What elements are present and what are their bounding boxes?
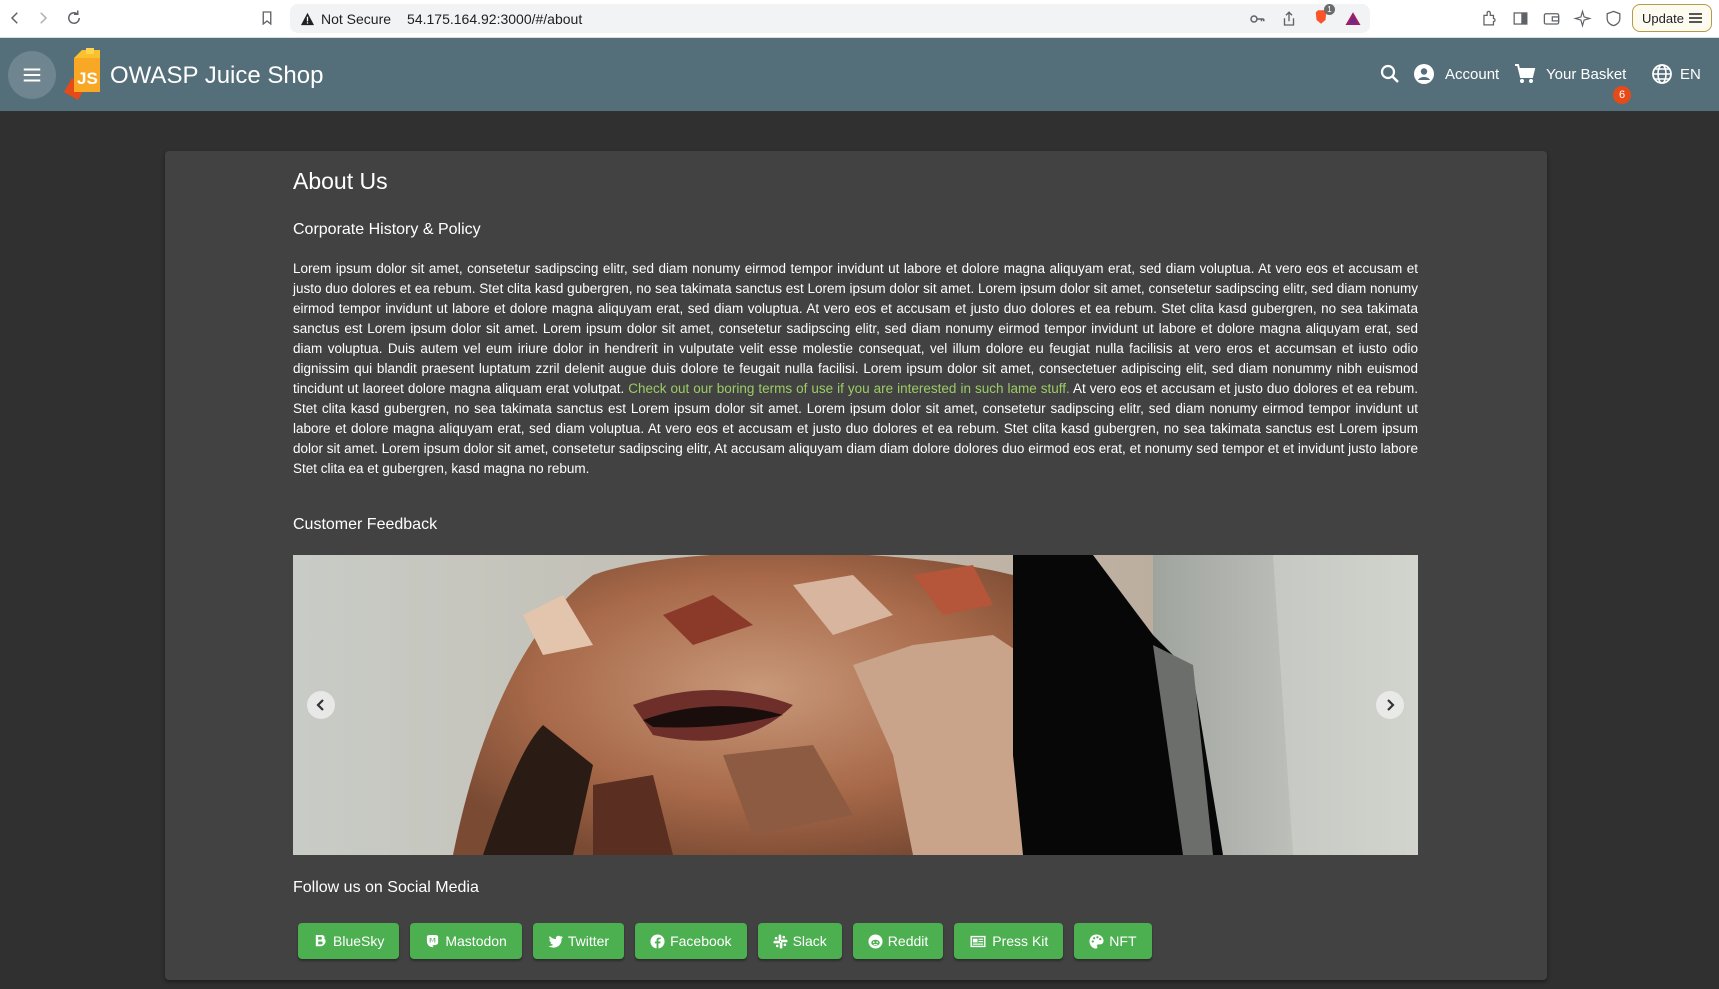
nft-label: NFT bbox=[1109, 933, 1137, 949]
basket-button[interactable]: Your Basket bbox=[1513, 62, 1626, 86]
brave-shield-button[interactable]: 1 bbox=[1312, 4, 1335, 29]
mastodon-label: Mastodon bbox=[445, 933, 507, 949]
chevron-right-icon bbox=[1387, 699, 1395, 711]
mastodon-button[interactable]: Mastodon bbox=[410, 923, 522, 959]
bluesky-label: BlueSky bbox=[333, 933, 385, 949]
reddit-icon bbox=[868, 933, 883, 949]
shopping-cart-icon bbox=[1515, 64, 1536, 83]
terms-of-use-link[interactable]: Check out our boring terms of use if you… bbox=[628, 381, 1070, 396]
account-label: Account bbox=[1445, 65, 1500, 83]
facebook-label: Facebook bbox=[670, 933, 732, 949]
about-card: About Us Corporate History & Policy Lore… bbox=[165, 151, 1547, 980]
bookmark-icon bbox=[262, 11, 272, 26]
bluesky-button[interactable]: BlueSky bbox=[298, 923, 400, 959]
update-label: Update bbox=[1642, 10, 1684, 26]
social-buttons: BlueSky Mastodon Twitter Facebook Slack … bbox=[298, 923, 1152, 959]
search-icon bbox=[1380, 64, 1399, 83]
nft-button[interactable]: NFT bbox=[1074, 923, 1152, 959]
app-title[interactable]: OWASP Juice Shop bbox=[110, 62, 323, 90]
chevron-left-icon bbox=[10, 12, 18, 24]
facebook-icon bbox=[650, 933, 665, 949]
reload-icon bbox=[68, 10, 80, 24]
basket-label: Your Basket bbox=[1546, 65, 1627, 83]
address-bar[interactable]: Not Secure 54.175.164.92:3000/#/about 1 bbox=[290, 4, 1370, 33]
vpn-icon[interactable] bbox=[1604, 9, 1623, 28]
twitter-icon bbox=[548, 935, 563, 948]
twitter-label: Twitter bbox=[567, 933, 610, 949]
back-button[interactable] bbox=[4, 7, 26, 29]
language-button[interactable]: EN bbox=[1650, 62, 1701, 86]
carousel-next-button[interactable] bbox=[1376, 691, 1404, 719]
forward-button[interactable] bbox=[32, 7, 54, 29]
basket-count-badge: 6 bbox=[1613, 86, 1631, 104]
account-circle-icon bbox=[1414, 64, 1434, 84]
search-button[interactable] bbox=[1378, 62, 1402, 86]
bluesky-icon bbox=[315, 934, 326, 946]
hamburger-icon bbox=[1688, 13, 1702, 23]
bookmark-button[interactable] bbox=[256, 7, 278, 29]
leo-ai-icon[interactable] bbox=[1573, 9, 1592, 28]
brave-count: 1 bbox=[1324, 4, 1335, 15]
puzzle-icon[interactable] bbox=[1480, 9, 1499, 28]
feedback-carousel[interactable] bbox=[293, 555, 1418, 855]
warning-icon bbox=[300, 12, 315, 25]
mastodon-icon bbox=[427, 934, 439, 947]
facebook-button[interactable]: Facebook bbox=[635, 923, 747, 959]
corporate-paragraph: Lorem ipsum dolor sit amet, consetetur s… bbox=[293, 259, 1418, 479]
account-button[interactable]: Account bbox=[1412, 62, 1499, 86]
update-button[interactable]: Update bbox=[1632, 4, 1712, 32]
key-icon[interactable] bbox=[1248, 10, 1266, 28]
security-label: Not Secure bbox=[321, 10, 392, 27]
browser-chrome: Not Secure 54.175.164.92:3000/#/about 1 … bbox=[0, 0, 1719, 38]
slack-label: Slack bbox=[792, 933, 827, 949]
page-title: About Us bbox=[293, 168, 388, 194]
share-icon[interactable] bbox=[1280, 10, 1298, 28]
menu-icon bbox=[23, 68, 41, 82]
paragraph-text-1: Lorem ipsum dolor sit amet, consetetur s… bbox=[293, 261, 1418, 396]
brave-rewards-icon[interactable] bbox=[1344, 10, 1362, 28]
url-text[interactable]: 54.175.164.92:3000/#/about bbox=[407, 11, 582, 27]
corporate-heading: Corporate History & Policy bbox=[293, 221, 481, 238]
globe-icon bbox=[1652, 64, 1672, 84]
slack-button[interactable]: Slack bbox=[757, 923, 842, 959]
palette-icon bbox=[1089, 933, 1104, 949]
svg-text:JS: JS bbox=[77, 69, 98, 88]
press-kit-button[interactable]: Press Kit bbox=[954, 923, 1064, 959]
chevron-right-icon bbox=[40, 12, 48, 24]
wallet-icon[interactable] bbox=[1542, 9, 1561, 28]
press-kit-label: Press Kit bbox=[992, 933, 1049, 949]
feedback-image bbox=[293, 555, 1418, 855]
feedback-heading: Customer Feedback bbox=[293, 516, 438, 533]
sidenav-menu-button[interactable] bbox=[8, 51, 56, 99]
slack-icon bbox=[773, 933, 788, 949]
carousel-prev-button[interactable] bbox=[307, 691, 335, 719]
reddit-button[interactable]: Reddit bbox=[852, 923, 944, 959]
juice-shop-logo[interactable]: JS bbox=[62, 48, 108, 100]
newspaper-icon bbox=[970, 935, 986, 947]
twitter-button[interactable]: Twitter bbox=[532, 923, 625, 959]
sidebar-icon[interactable] bbox=[1511, 9, 1530, 28]
browser-extension-bar bbox=[1480, 9, 1623, 28]
reddit-label: Reddit bbox=[887, 933, 929, 949]
chevron-left-icon bbox=[316, 699, 324, 711]
social-heading: Follow us on Social Media bbox=[293, 879, 479, 896]
language-label: EN bbox=[1680, 65, 1701, 83]
reload-button[interactable] bbox=[63, 7, 85, 29]
app-toolbar: JS OWASP Juice Shop Account Your Basket … bbox=[0, 38, 1719, 111]
